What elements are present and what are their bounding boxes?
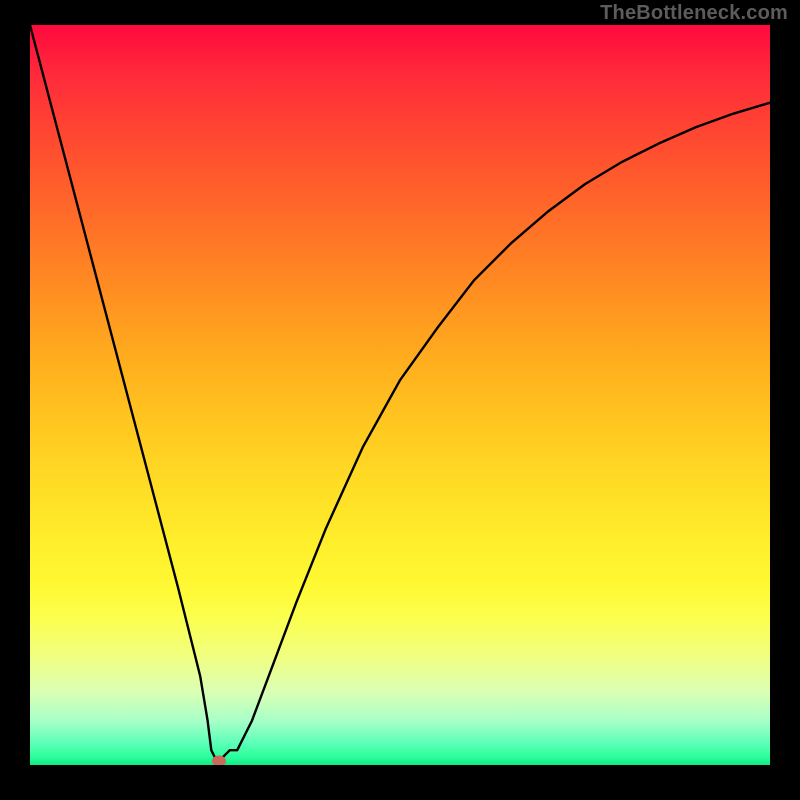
optimal-marker <box>212 755 226 765</box>
plot-area <box>30 25 770 765</box>
bottleneck-curve <box>30 25 770 765</box>
watermark-label: TheBottleneck.com <box>600 2 788 25</box>
curve-path <box>30 25 770 758</box>
chart-frame: TheBottleneck.com <box>0 0 800 800</box>
